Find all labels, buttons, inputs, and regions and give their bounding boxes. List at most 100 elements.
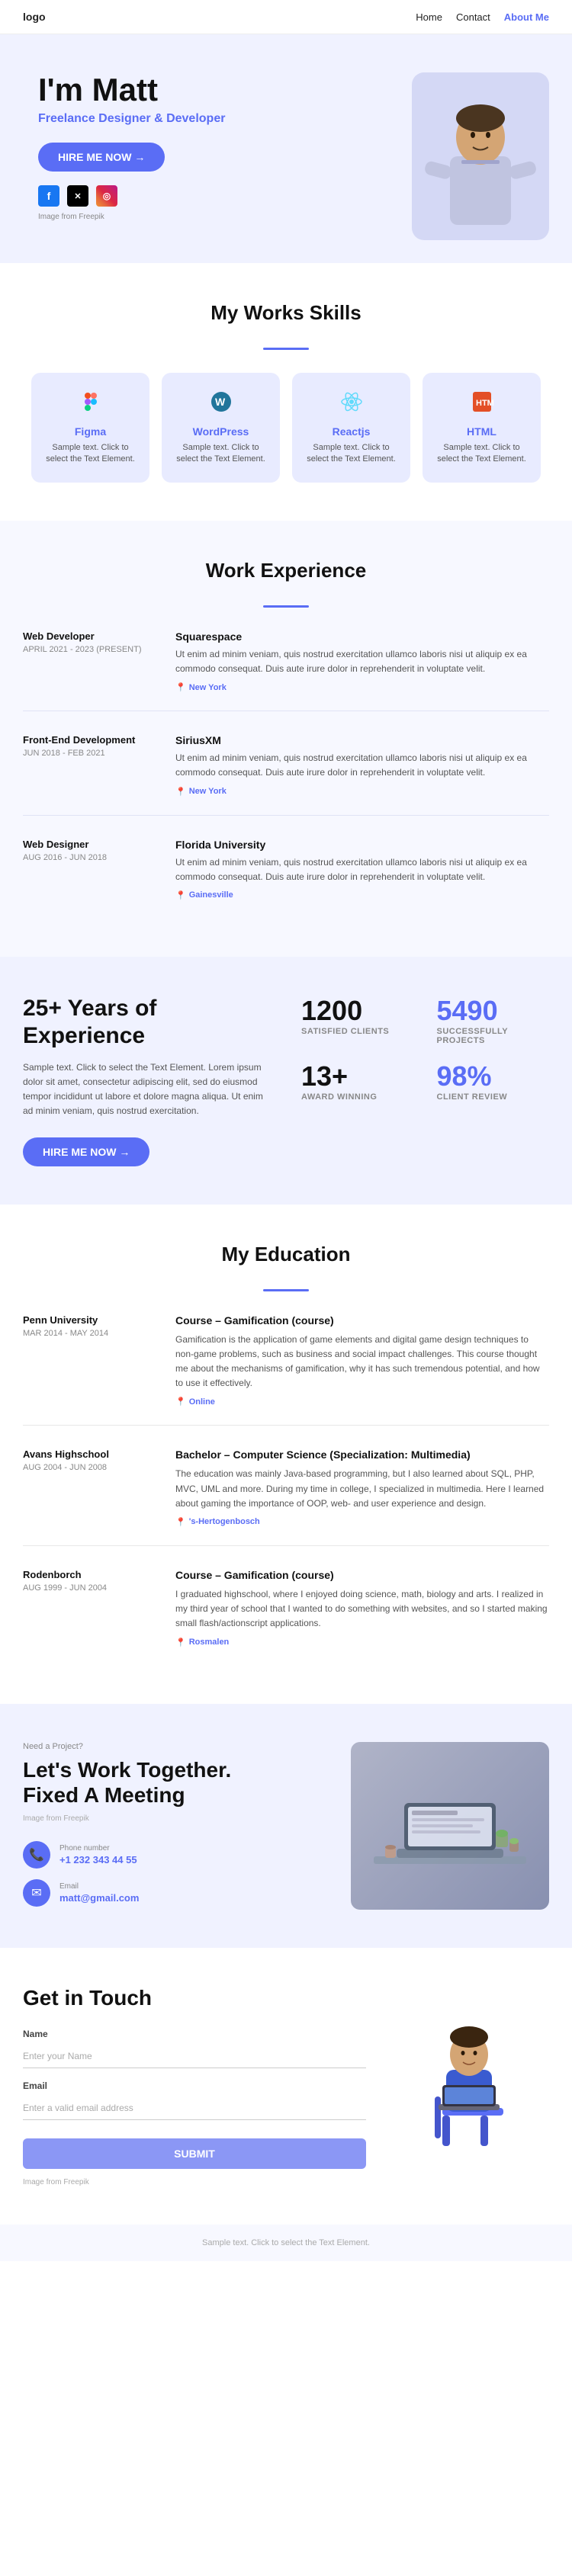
edu-right-0: Course – Gamification (course) Gamificat…	[175, 1314, 549, 1407]
stats-left: 25+ Years of Experience Sample text. Cli…	[23, 995, 301, 1166]
cta-image-credit: Image from Freepik	[23, 1814, 328, 1823]
email-form-group: Email	[23, 2080, 366, 2120]
work-item-1: Front-End Development JUN 2018 - FEB 202…	[23, 734, 549, 815]
facebook-icon[interactable]: f	[38, 185, 59, 207]
stat-review-num: 98%	[437, 1060, 550, 1092]
cta-phone-row: 📞 Phone number +1 232 343 44 55	[23, 1841, 328, 1869]
edu-location-2: 📍 Rosmalen	[175, 1638, 549, 1647]
edu-pin-0: 📍	[175, 1397, 186, 1407]
nav-contact[interactable]: Contact	[456, 11, 490, 23]
school-0: Penn University	[23, 1314, 175, 1326]
hero-image-credit: Image from Freepik	[38, 213, 225, 221]
contact-section: Get in Touch Name Email SUBMIT Image fro…	[0, 1948, 572, 2225]
edu-left-0: Penn University MAR 2014 - MAY 2014	[23, 1314, 175, 1407]
hero-text: I'm Matt Freelance Designer & Developer …	[38, 72, 225, 221]
svg-text:HTML: HTML	[476, 399, 494, 408]
html-icon: HTML	[436, 390, 527, 419]
education-section: My Education Penn University MAR 2014 - …	[0, 1205, 572, 1704]
company-2: Florida University	[175, 839, 549, 851]
twitter-x-icon[interactable]: ✕	[67, 185, 88, 207]
course-2: Course – Gamification (course)	[175, 1569, 549, 1581]
hire-me-button[interactable]: HIRE ME NOW →	[38, 143, 165, 172]
nav-about[interactable]: About Me	[504, 11, 549, 23]
edu-date-1: AUG 2004 - JUN 2008	[23, 1463, 175, 1472]
nav-logo: logo	[23, 11, 46, 23]
stats-heading: 25+ Years of Experience	[23, 995, 271, 1050]
contact-illustration	[397, 1986, 549, 2157]
edu-desc-0: Gamification is the application of game …	[175, 1333, 549, 1391]
edu-desc-2: I graduated highschool, where I enjoyed …	[175, 1587, 549, 1631]
job-title-1: Front-End Development	[23, 734, 175, 746]
edu-date-0: MAR 2014 - MAY 2014	[23, 1329, 175, 1338]
pin-icon-1: 📍	[175, 787, 186, 797]
skill-figma-name: Figma	[45, 425, 136, 438]
laptop-illustration	[366, 1765, 534, 1887]
stats-desc: Sample text. Click to select the Text El…	[23, 1060, 271, 1119]
work-item-0: Web Developer APRIL 2021 - 2023 (PRESENT…	[23, 630, 549, 711]
edu-location-1: 📍 's-Hertogenbosch	[175, 1517, 549, 1527]
pin-icon-0: 📍	[175, 682, 186, 692]
school-1: Avans Highschool	[23, 1448, 175, 1460]
job-date-0: APRIL 2021 - 2023 (PRESENT)	[23, 645, 175, 654]
hero-subtitle: Freelance Designer & Developer	[38, 112, 225, 126]
email-value: matt@gmail.com	[59, 1892, 139, 1904]
work-right-1: SiriusXM Ut enim ad minim veniam, quis n…	[175, 734, 549, 796]
hero-name: I'm Matt	[38, 72, 225, 107]
edu-date-2: AUG 1999 - JUN 2004	[23, 1583, 175, 1593]
edu-item-1: Avans Highschool AUG 2004 - JUN 2008 Bac…	[23, 1448, 549, 1546]
name-input[interactable]	[23, 2044, 366, 2068]
wordpress-icon: W	[175, 390, 266, 419]
name-label: Name	[23, 2029, 366, 2039]
edu-pin-2: 📍	[175, 1638, 186, 1647]
email-input[interactable]	[23, 2096, 366, 2120]
contact-image-credit: Image from Freepik	[23, 2178, 366, 2186]
skill-react-desc: Sample text. Click to select the Text El…	[306, 442, 397, 466]
skill-wordpress[interactable]: W WordPress Sample text. Click to select…	[162, 373, 280, 483]
work-desc-2: Ut enim ad minim veniam, quis nostrud ex…	[175, 855, 549, 884]
work-left-2: Web Designer AUG 2016 - JUN 2018	[23, 839, 175, 900]
work-desc-1: Ut enim ad minim veniam, quis nostrud ex…	[175, 751, 549, 780]
stats-hire-button[interactable]: HIRE ME NOW →	[23, 1137, 149, 1166]
stat-review: 98% CLIENT REVIEW	[437, 1060, 550, 1102]
skill-html-name: HTML	[436, 425, 527, 438]
email-form-label: Email	[23, 2080, 366, 2091]
skills-section: My Works Skills Figma Sample text. Click…	[0, 263, 572, 521]
cta-left: Need a Project? Let's Work Together. Fix…	[23, 1742, 351, 1910]
edu-right-2: Course – Gamification (course) I graduat…	[175, 1569, 549, 1647]
skill-wp-desc: Sample text. Click to select the Text El…	[175, 442, 266, 466]
skill-figma[interactable]: Figma Sample text. Click to select the T…	[31, 373, 149, 483]
work-divider	[263, 605, 309, 608]
cta-email-row: ✉ Email matt@gmail.com	[23, 1879, 328, 1907]
edu-item-0: Penn University MAR 2014 - MAY 2014 Cour…	[23, 1314, 549, 1426]
work-right-2: Florida University Ut enim ad minim veni…	[175, 839, 549, 900]
cta-contact-info: 📞 Phone number +1 232 343 44 55 ✉ Email …	[23, 1841, 328, 1907]
nav-links: Home Contact About Me	[416, 11, 549, 23]
skill-react-name: Reactjs	[306, 425, 397, 438]
figma-icon	[45, 390, 136, 419]
work-left-0: Web Developer APRIL 2021 - 2023 (PRESENT…	[23, 630, 175, 692]
social-icons: f ✕ ◎	[38, 185, 225, 207]
navbar: logo Home Contact About Me	[0, 0, 572, 34]
work-right-0: Squarespace Ut enim ad minim veniam, qui…	[175, 630, 549, 692]
edu-pin-1: 📍	[175, 1517, 186, 1527]
skill-wp-name: WordPress	[175, 425, 266, 438]
stat-awards-label: AWARD WINNING	[301, 1092, 414, 1102]
stat-projects-label: SUCCESSFULLY PROJECTS	[437, 1027, 550, 1045]
email-detail: Email matt@gmail.com	[59, 1882, 139, 1904]
nav-home[interactable]: Home	[416, 11, 442, 23]
job-title-0: Web Developer	[23, 630, 175, 642]
skill-react[interactable]: Reactjs Sample text. Click to select the…	[292, 373, 410, 483]
stat-awards-num: 13+	[301, 1060, 414, 1092]
phone-label: Phone number	[59, 1844, 137, 1853]
submit-button[interactable]: SUBMIT	[23, 2138, 366, 2169]
skill-html[interactable]: HTML HTML Sample text. Click to select t…	[423, 373, 541, 483]
svg-text:W: W	[215, 396, 226, 408]
pin-icon-2: 📍	[175, 890, 186, 900]
company-1: SiriusXM	[175, 734, 549, 746]
company-0: Squarespace	[175, 630, 549, 643]
skills-divider	[263, 348, 309, 350]
edu-left-2: Rodenborch AUG 1999 - JUN 2004	[23, 1569, 175, 1647]
instagram-icon[interactable]: ◎	[96, 185, 117, 207]
stat-awards: 13+ AWARD WINNING	[301, 1060, 414, 1102]
email-icon: ✉	[23, 1879, 50, 1907]
